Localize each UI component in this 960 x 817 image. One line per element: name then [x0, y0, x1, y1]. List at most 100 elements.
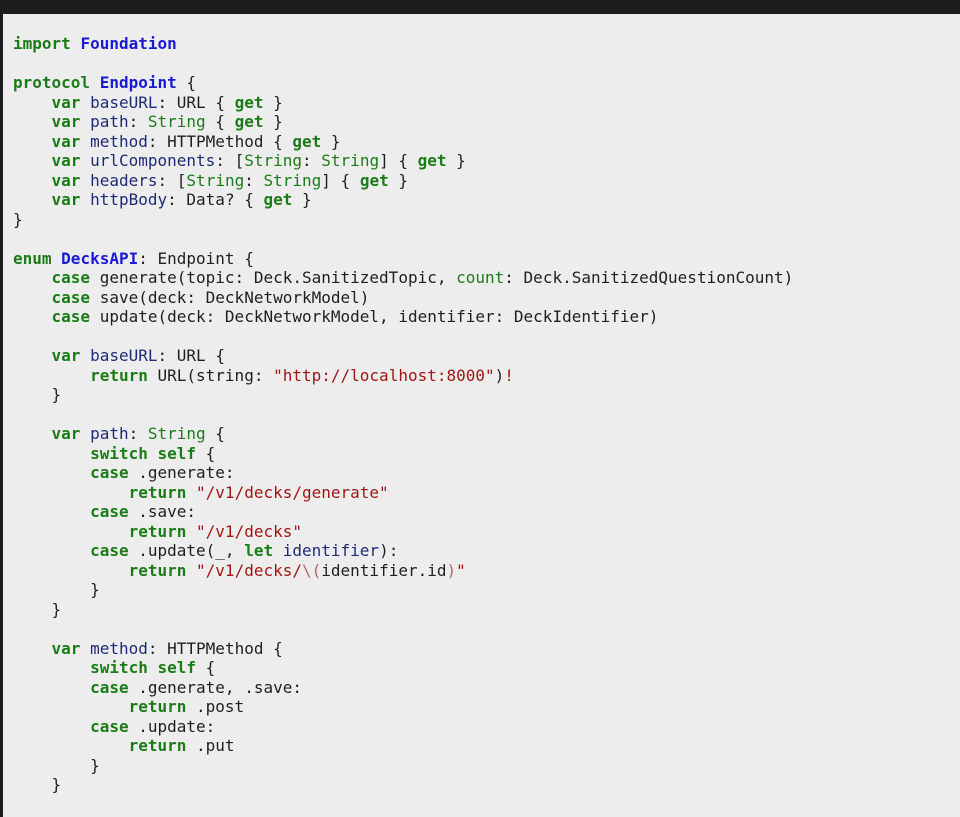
code-token: generate(topic: Deck.SanitizedTopic, [90, 268, 457, 287]
code-line: var method: HTTPMethod { [13, 639, 793, 659]
code-line: } [13, 775, 793, 795]
code-token: enum [13, 248, 52, 268]
code-token: ] { [321, 170, 360, 190]
code-line: return URL(string: "http://localhost:800… [13, 366, 793, 386]
source-code: import Foundation protocol Endpoint { va… [13, 34, 793, 817]
code-token: : HTTPMethod { [147, 131, 293, 151]
code-editor[interactable]: import Foundation protocol Endpoint { va… [3, 14, 960, 817]
code-token: update(deck: DeckNetworkModel, identifie… [90, 307, 659, 326]
code-line: case save(deck: DeckNetworkModel) [13, 288, 793, 308]
code-token: : [128, 424, 148, 443]
code-token: return [128, 697, 187, 716]
code-line: case .save: [13, 502, 793, 522]
code-token: switch [90, 658, 148, 677]
code-token: identifier [282, 541, 380, 560]
code-token: "http://localhost:8000" [273, 365, 495, 385]
code-line: } [13, 210, 793, 230]
code-token: return [128, 482, 187, 502]
code-line: case .update: [13, 717, 793, 737]
code-token: \( [302, 560, 322, 580]
code-token: case [90, 541, 129, 560]
code-token: } [13, 209, 23, 229]
code-token: var [51, 638, 81, 658]
code-token: return [128, 521, 187, 541]
code-token: switch [90, 443, 148, 463]
code-line: var headers: [String: String] { get } [13, 171, 793, 191]
code-line: protocol Endpoint { [13, 73, 793, 93]
code-token: : Endpoint { [138, 248, 254, 268]
code-token: DecksAPI [61, 248, 139, 268]
code-line: var baseURL: URL { get } [13, 93, 793, 113]
code-line: var urlComponents: [String: String] { ge… [13, 151, 793, 171]
code-token: .generate, .save: [128, 677, 302, 697]
code-token: count [456, 268, 505, 287]
code-token: } [388, 170, 408, 190]
code-line: return "/v1/decks" [13, 522, 793, 542]
code-line: } [13, 580, 793, 600]
code-token: : Deck.SanitizedQuestionCount) [504, 268, 794, 287]
code-token: case [90, 502, 129, 521]
code-token: ! [504, 365, 514, 385]
code-token: headers [90, 170, 158, 190]
code-line: case .generate, .save: [13, 678, 793, 698]
code-token: : URL { [157, 92, 235, 112]
code-token: } [263, 92, 283, 112]
code-token: .put [186, 736, 235, 755]
code-line: var baseURL: URL { [13, 346, 793, 366]
code-token: String [263, 170, 322, 190]
code-token: .generate: [128, 463, 235, 482]
code-token: var [51, 346, 81, 365]
code-token: return [90, 365, 148, 385]
code-token: var [51, 424, 81, 443]
code-token: { [205, 112, 235, 131]
code-line: case .generate: [13, 463, 793, 483]
code-token: return [128, 736, 187, 755]
code-token: } [13, 775, 62, 794]
code-line: return "/v1/decks/generate" [13, 483, 793, 503]
code-token: get [263, 190, 293, 209]
code-token: .save: [128, 502, 197, 521]
code-token: : Data? { [167, 190, 264, 209]
code-token: } [13, 599, 62, 619]
code-token: var [51, 92, 81, 112]
code-line: case generate(topic: Deck.SanitizedTopic… [13, 268, 794, 288]
code-token: urlComponents [90, 151, 216, 170]
code-token: : [ [215, 151, 245, 170]
code-token: save(deck: DeckNetworkModel) [90, 287, 370, 307]
code-token: get [292, 131, 322, 151]
code-token: return [128, 560, 187, 580]
code-line: return .post [13, 697, 793, 717]
code-token: method [90, 638, 148, 658]
code-token: var [51, 151, 81, 170]
code-token: case [90, 716, 129, 736]
code-line: } [13, 756, 793, 776]
code-token: "/v1/decks/generate" [196, 482, 389, 502]
code-token: Foundation [80, 34, 177, 53]
